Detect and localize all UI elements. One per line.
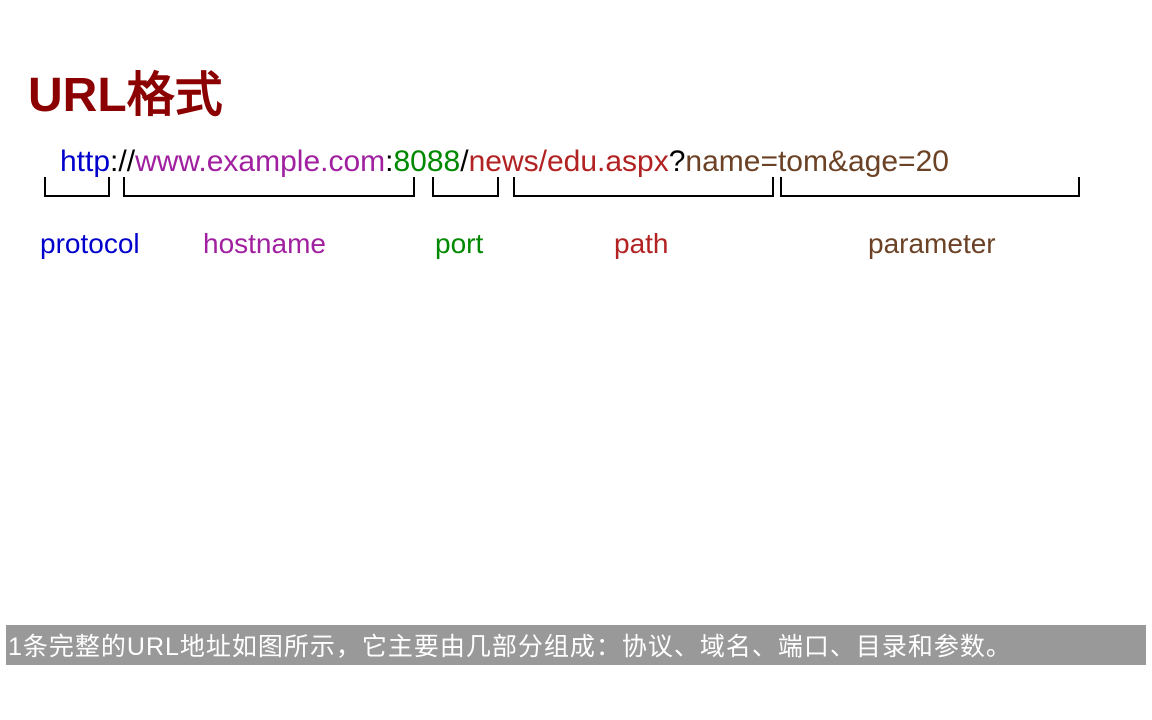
- bracket-protocol: [44, 183, 110, 197]
- label-path: path: [614, 228, 669, 260]
- url-hostname: www.example.com: [135, 145, 385, 178]
- url-sep4: ?: [669, 145, 686, 178]
- url-protocol: http: [60, 145, 110, 178]
- url-port: 8088: [393, 145, 460, 178]
- bracket-hostname: [123, 183, 415, 197]
- bracket-port: [432, 183, 499, 197]
- bracket-parameter: [780, 183, 1080, 197]
- url-example: http://www.example.com:8088/news/edu.asp…: [60, 145, 949, 179]
- label-parameter: parameter: [868, 228, 996, 260]
- url-sep1: ://: [110, 145, 135, 178]
- page-title: URL格式: [28, 55, 223, 125]
- label-port: port: [435, 228, 483, 260]
- footer-caption: 1条完整的URL地址如图所示，它主要由几部分组成：协议、域名、端口、目录和参数。: [6, 625, 1146, 665]
- label-protocol: protocol: [40, 228, 140, 260]
- label-hostname: hostname: [203, 228, 326, 260]
- url-sep3: /: [460, 145, 468, 178]
- url-path: news/edu.aspx: [469, 145, 669, 178]
- bracket-path: [513, 183, 774, 197]
- url-parameter: name=tom&age=20: [685, 145, 949, 178]
